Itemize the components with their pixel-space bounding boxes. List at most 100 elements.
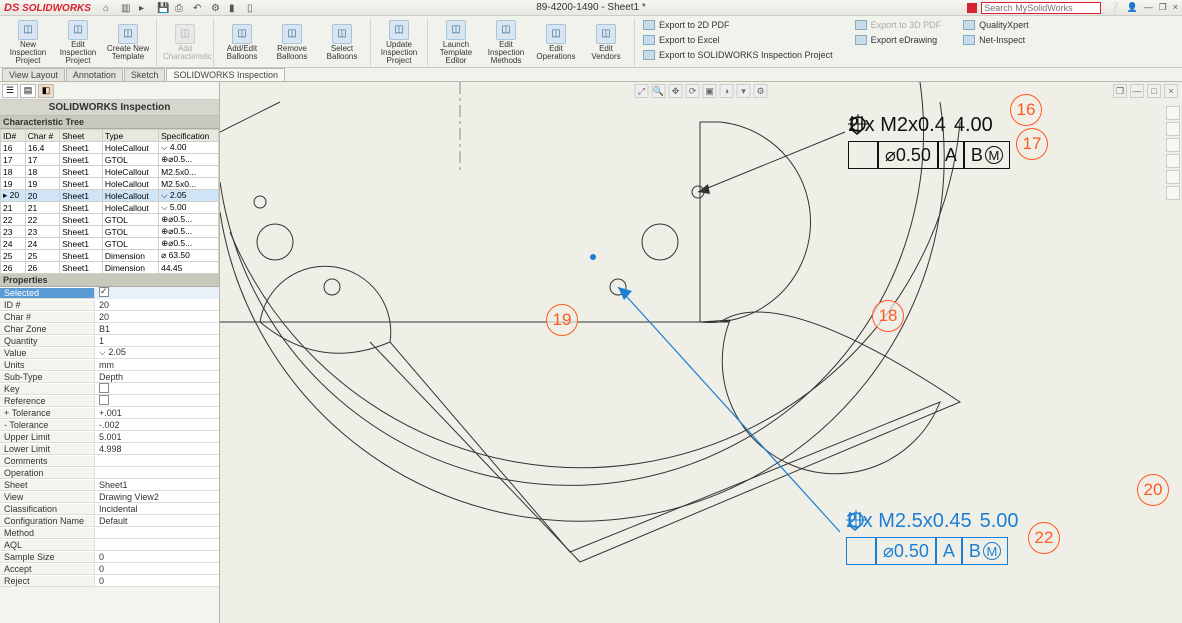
rtool6-icon[interactable] (1166, 186, 1180, 200)
vc-max-icon[interactable]: □ (1147, 84, 1161, 98)
tab-view-layout[interactable]: View Layout (2, 68, 65, 81)
prop-row[interactable]: Char ZoneB1 (0, 323, 219, 335)
vc-close-icon[interactable]: × (1164, 84, 1178, 98)
panel-tab1-icon[interactable]: ☰ (2, 84, 18, 98)
prop-value[interactable]: 4.998 (95, 444, 219, 454)
tree-header[interactable]: Char # (25, 130, 59, 142)
prop-value[interactable]: 0 (95, 576, 219, 586)
rtool1-icon[interactable] (1166, 106, 1180, 120)
properties-grid[interactable]: SelectedID #20Char #20Char ZoneB1Quantit… (0, 287, 219, 623)
rtool2-icon[interactable] (1166, 122, 1180, 136)
prop-row[interactable]: Comments (0, 455, 219, 467)
add-edit-balloons-button[interactable]: ◫Add/Edit Balloons (218, 18, 266, 66)
remove-balloons-button[interactable]: ◫Remove Balloons (268, 18, 316, 66)
prop-row[interactable]: ViewDrawing View2 (0, 491, 219, 503)
prop-row[interactable]: Quantity1 (0, 335, 219, 347)
rotate-icon[interactable]: ⟳ (686, 84, 700, 98)
prop-value[interactable]: ⌵ 2.05 (95, 347, 219, 358)
gear-view-icon[interactable]: ⚙ (754, 84, 768, 98)
zoom-area-icon[interactable]: 🔍 (652, 84, 666, 98)
drawing-area[interactable]: ⤢ 🔍 ✥ ⟳ ▣ ◑ ▾ ⚙ ❐ — □ × (220, 82, 1182, 623)
prop-value[interactable]: Sheet1 (95, 480, 219, 490)
tree-row[interactable]: 1818Sheet1HoleCalloutM2.5x0... (1, 166, 219, 178)
prop-value[interactable]: -.002 (95, 420, 219, 430)
prop-value[interactable]: Depth (95, 372, 219, 382)
prop-row[interactable]: Operation (0, 467, 219, 479)
callout-hole-m2[interactable]: 2 x M2x0.4 4.00 ⌀ 0.50 A BM (848, 114, 1010, 169)
more-icon[interactable]: ▾ (737, 84, 751, 98)
prop-value[interactable]: Drawing View2 (95, 492, 219, 502)
prop-value[interactable]: 0 (95, 564, 219, 574)
balloon-22[interactable]: 22 (1028, 522, 1060, 554)
tree-row[interactable]: 1919Sheet1HoleCalloutM2.5x0... (1, 178, 219, 190)
select-balloons-button[interactable]: ◫Select Balloons (318, 18, 371, 66)
prop-row[interactable]: Reference (0, 395, 219, 407)
prop-row[interactable]: Value⌵ 2.05 (0, 347, 219, 359)
section-icon[interactable]: ▣ (703, 84, 717, 98)
prop-row[interactable]: - Tolerance-.002 (0, 419, 219, 431)
restore-icon[interactable]: ❐ (1159, 2, 1167, 13)
new-inspection-project-button[interactable]: ◫New Inspection Project (4, 18, 52, 66)
balloon-17[interactable]: 17 (1016, 128, 1048, 160)
tree-header[interactable]: Specification (159, 130, 219, 142)
panel-tab3-icon[interactable]: ◧ (38, 84, 54, 98)
edit-inspection-project-button[interactable]: ◫Edit Inspection Project (54, 18, 102, 66)
tree-row[interactable]: 1717Sheet1GTOL⊕⌀0.5... (1, 154, 219, 166)
minimize-icon[interactable]: — (1144, 2, 1153, 13)
search-input[interactable] (981, 2, 1101, 14)
balloon-16[interactable]: 16 (1010, 94, 1042, 126)
tree-row[interactable]: 2121Sheet1HoleCallout⌵ 5.00 (1, 202, 219, 214)
prop-row[interactable]: Unitsmm (0, 359, 219, 371)
vc-min-icon[interactable]: — (1130, 84, 1144, 98)
tab-sketch[interactable]: Sketch (124, 68, 166, 81)
balloon-18[interactable]: 18 (872, 300, 904, 332)
prop-value[interactable]: 0 (95, 552, 219, 562)
prop-row[interactable]: AQL (0, 539, 219, 551)
tree-header[interactable]: ID# (1, 130, 26, 142)
qat-undo-icon[interactable]: ↶ (193, 3, 203, 13)
export-edrawing-button[interactable]: Export eDrawing (855, 33, 942, 47)
tree-row[interactable]: 2222Sheet1GTOL⊕⌀0.5... (1, 214, 219, 226)
tree-row[interactable]: 2424Sheet1GTOL⊕⌀0.5... (1, 238, 219, 250)
export-inspection-button[interactable]: Export to SOLIDWORKS Inspection Project (643, 48, 833, 62)
balloon-20[interactable]: 20 (1137, 474, 1169, 506)
prop-value[interactable]: Default (95, 516, 219, 526)
prop-row[interactable]: + Tolerance+.001 (0, 407, 219, 419)
tree-row[interactable]: ▸ 2020Sheet1HoleCallout⌵ 2.05 (1, 190, 219, 202)
prop-value[interactable]: B1 (95, 324, 219, 334)
rtool5-icon[interactable] (1166, 170, 1180, 184)
balloon-19[interactable]: 19 (546, 304, 578, 336)
launch-template-editor-button[interactable]: ◫Launch Template Editor (432, 18, 480, 66)
prop-value[interactable] (95, 383, 219, 395)
prop-value[interactable]: 5.001 (95, 432, 219, 442)
prop-value[interactable]: Incidental (95, 504, 219, 514)
prop-value[interactable]: 1 (95, 336, 219, 346)
qat-save-icon[interactable]: 💾 (157, 3, 167, 13)
characteristic-tree[interactable]: ID#Char #SheetTypeSpecification1616.4She… (0, 129, 219, 274)
edit-vendors-button[interactable]: ◫Edit Vendors (582, 18, 635, 66)
prop-value[interactable]: +.001 (95, 408, 219, 418)
prop-value[interactable]: 20 (95, 312, 219, 322)
vc-restore-icon[interactable]: ❐ (1113, 84, 1127, 98)
tree-row[interactable]: 2626Sheet1Dimension44.45 (1, 262, 219, 274)
edit-operations-button[interactable]: ◫Edit Operations (532, 18, 580, 66)
zoom-fit-icon[interactable]: ⤢ (635, 84, 649, 98)
qat-home-icon[interactable]: ⌂ (103, 3, 113, 13)
close-icon[interactable]: × (1173, 2, 1178, 13)
prop-row[interactable]: Accept0 (0, 563, 219, 575)
prop-row[interactable]: ClassificationIncidental (0, 503, 219, 515)
shaded-icon[interactable]: ◑ (720, 84, 734, 98)
pan-icon[interactable]: ✥ (669, 84, 683, 98)
prop-value[interactable]: 20 (95, 300, 219, 310)
tree-row[interactable]: 1616.4Sheet1HoleCallout⌵ 4.00 (1, 142, 219, 154)
qat-print-icon[interactable]: ⎙ (175, 3, 185, 13)
rtool3-icon[interactable] (1166, 138, 1180, 152)
prop-row[interactable]: Method (0, 527, 219, 539)
prop-checkbox[interactable] (99, 383, 109, 393)
prop-value[interactable]: mm (95, 360, 219, 370)
prop-row[interactable]: Reject0 (0, 575, 219, 587)
qat-extra2-icon[interactable]: ▯ (247, 3, 257, 13)
prop-row[interactable]: Configuration NameDefault (0, 515, 219, 527)
qat-new-icon[interactable]: ▥ (121, 3, 131, 13)
rtool4-icon[interactable] (1166, 154, 1180, 168)
